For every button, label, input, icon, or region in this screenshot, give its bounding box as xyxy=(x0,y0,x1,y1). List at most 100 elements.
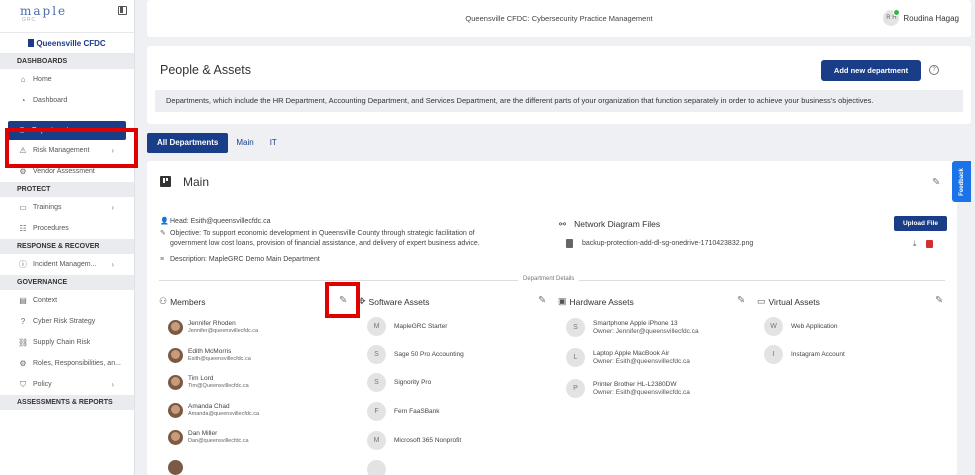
asset-owner: Owner: Jennifer@queensvillecfdc.ca xyxy=(593,327,699,335)
department-description-text: Description: MapleGRC Demo Main Departme… xyxy=(170,256,320,263)
monitor-icon: ▭ xyxy=(757,296,766,306)
tab-main[interactable]: Main xyxy=(228,133,261,153)
sidebar-item-label: Dashboard xyxy=(33,97,68,104)
list-item[interactable]: P Printer Brother HL-L2380DW Owner: Esith@… xyxy=(566,379,690,398)
section-protect: PROTECT xyxy=(0,182,134,197)
department-description: ≡ Description: MapleGRC Demo Main Departm… xyxy=(160,255,320,265)
list-item[interactable]: Amanda Chad Amanda@queensvillecfdc.ca xyxy=(168,401,259,419)
user-menu[interactable]: R H Roudina Hagag xyxy=(883,9,959,26)
chevron-right-icon: › xyxy=(111,260,114,269)
asset-owner: Owner: Esith@queensvillecfdc.ca xyxy=(593,388,690,396)
list-item[interactable]: Dan Miller Dan@queensvillecfdc.ca xyxy=(168,428,249,446)
hardware-label: Hardware Assets xyxy=(569,296,634,307)
hardware-icon: ▣ xyxy=(558,296,567,306)
asset-name: Microsoft 365 Nonprofit xyxy=(394,436,462,444)
highlight-box-edit-members xyxy=(325,282,360,318)
edit-virtual-icon[interactable]: ✎ xyxy=(935,295,943,306)
list-item[interactable]: Jennifer Rhoden Jennifer@queensvillecfdc.… xyxy=(168,318,258,336)
sidebar-item-label: Home xyxy=(33,76,52,83)
logo[interactable]: maple GRC xyxy=(0,0,134,32)
download-icon[interactable]: ⤓ xyxy=(913,239,917,249)
sidebar-item-label: Roles, Responsibilities, an... xyxy=(33,360,121,367)
header-card: People & Assets Add new department ? Dep… xyxy=(147,46,971,124)
upload-file-button[interactable]: Upload File xyxy=(894,216,947,231)
asset-name: Instagram Account xyxy=(791,350,845,358)
sidebar-item-trainings[interactable]: ▭ Trainings › xyxy=(0,197,134,218)
virtual-header: ▭ Virtual Assets xyxy=(757,296,820,307)
collapse-sidebar-icon[interactable] xyxy=(118,6,127,15)
strategy-icon: ? xyxy=(20,317,26,326)
list-item[interactable]: Tim Lord Tim@Queensvillecfdc.ca xyxy=(168,373,249,391)
asset-name: Smartphone Apple iPhone 13 xyxy=(593,319,678,327)
trainings-icon: ▭ xyxy=(19,203,27,212)
asset-initial xyxy=(367,460,386,475)
edit-software-icon[interactable]: ✎ xyxy=(538,295,546,306)
logo-text: maple xyxy=(20,4,68,18)
list-item[interactable]: Edith McMorris Esith@queensvillecfdc.ca xyxy=(168,346,251,364)
list-item[interactable]: W Web Application xyxy=(764,317,838,336)
member-email: Dan@queensvillecfdc.ca xyxy=(188,437,249,444)
list-item[interactable]: M Microsoft 365 Nonprofit xyxy=(367,431,461,450)
edit-hardware-icon[interactable]: ✎ xyxy=(737,295,745,306)
asset-name: Fern FaaSBank xyxy=(394,407,440,415)
software-label: Software Assets xyxy=(368,296,430,307)
tab-all-departments[interactable]: All Departments xyxy=(147,133,229,153)
sidebar-item-label: Supply Chain Risk xyxy=(33,339,91,346)
help-icon[interactable]: ? xyxy=(929,65,939,75)
sidebar-item-context[interactable]: ▤ Context xyxy=(0,290,134,311)
feedback-button[interactable]: Feedback xyxy=(952,161,971,202)
software-header: ✥ Software Assets xyxy=(358,296,430,307)
feedback-label: Feedback xyxy=(958,167,965,196)
sidebar-item-label: Trainings xyxy=(33,204,62,211)
dashboard-icon: ◔ xyxy=(20,96,26,105)
members-icon: ⚇ xyxy=(159,296,168,306)
list-item[interactable]: F Fern FaaSBank xyxy=(367,402,440,421)
sidebar-item-policy[interactable]: ⛉ Policy › xyxy=(0,374,134,395)
list-item[interactable]: S Signority Pro xyxy=(367,373,431,392)
member-name: Tim Lord xyxy=(188,374,214,382)
asset-name: Signority Pro xyxy=(394,378,432,386)
vendor-icon: ⚙ xyxy=(19,167,27,176)
context-icon: ▤ xyxy=(19,296,27,305)
sidebar-item-cyber-risk-strategy[interactable]: ? Cyber Risk Strategy xyxy=(0,311,134,332)
tab-it[interactable]: IT xyxy=(262,133,285,153)
network-diagram-label: Network Diagram Files xyxy=(574,219,661,229)
add-department-button[interactable]: Add new department xyxy=(821,60,921,81)
member-name: Edith McMorris xyxy=(188,347,232,355)
pin-icon: ✎ xyxy=(160,230,166,237)
list-item[interactable]: M MapleGRC Starter xyxy=(367,317,447,336)
roles-icon: ⚙ xyxy=(19,359,27,368)
sidebar-item-label: Cyber Risk Strategy xyxy=(33,318,96,325)
section-dashboards: DASHBOARDS xyxy=(0,54,134,69)
sidebar-item-roles[interactable]: ⚙ Roles, Responsibilities, an... xyxy=(0,353,134,374)
list-item[interactable]: S Smartphone Apple iPhone 13 Owner: Jennif… xyxy=(566,318,699,337)
network-file[interactable]: backup-protection-add-dl-sg-onedrive-171… xyxy=(566,239,753,248)
sidebar-item-procedures[interactable]: ☷ Procedures xyxy=(0,218,134,239)
sidebar-item-incident-management[interactable]: ⓘ Incident Managem... › xyxy=(0,254,134,275)
list-item[interactable]: L Laptop Apple MacBook Air Owner: Esith@qu… xyxy=(566,348,690,367)
objective-line-2: government low cost loans, provision of … xyxy=(170,240,480,247)
avatar xyxy=(168,460,183,475)
objective-line-1: Objective: To support economic developme… xyxy=(170,230,475,237)
member-email: Esith@queensvillecfdc.ca xyxy=(188,355,251,362)
sidebar-item-dashboard[interactable]: ◔ Dashboard xyxy=(0,90,134,111)
trash-icon[interactable] xyxy=(926,240,933,248)
sidebar-item-home[interactable]: ⌂ Home xyxy=(0,69,134,90)
member-email: Tim@Queensvillecfdc.ca xyxy=(188,382,249,389)
file-name: backup-protection-add-dl-sg-onedrive-171… xyxy=(582,240,754,247)
sidebar-item-supply-chain-risk[interactable]: ⛓ Supply Chain Risk xyxy=(0,332,134,353)
org-selector[interactable]: Queensville CFDC xyxy=(0,32,134,54)
list-item[interactable]: I Instagram Account xyxy=(764,345,845,364)
procedures-icon: ☷ xyxy=(19,224,27,233)
sidebar-item-label: Incident Managem... xyxy=(33,261,97,268)
user-name: Roudina Hagag xyxy=(903,13,959,23)
edit-department-icon[interactable]: ✎ xyxy=(932,177,940,188)
asset-initial: P xyxy=(566,379,585,398)
asset-initial: S xyxy=(367,345,386,364)
chevron-right-icon: › xyxy=(111,203,114,212)
list-item[interactable]: S Sage 50 Pro Accounting xyxy=(367,345,464,364)
asset-initial: M xyxy=(367,431,386,450)
hardware-header: ▣ Hardware Assets xyxy=(558,296,634,307)
file-icon xyxy=(566,239,573,248)
